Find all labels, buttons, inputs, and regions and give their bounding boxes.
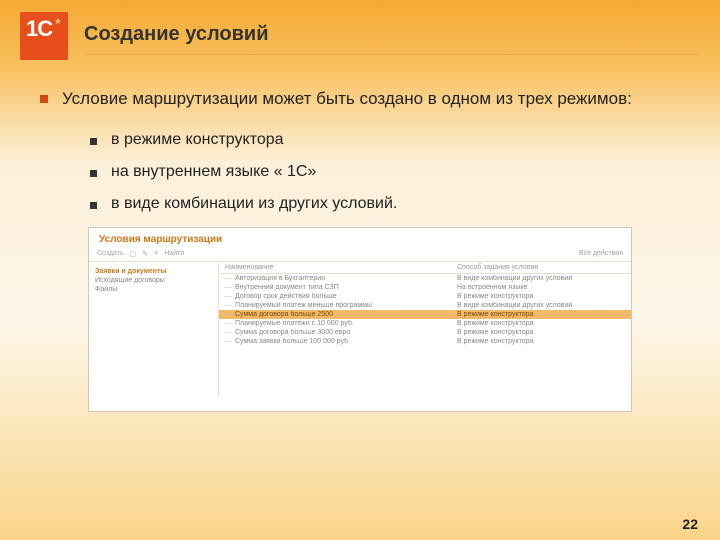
logo: 1C ★: [20, 12, 68, 60]
table-row[interactable]: —Планируемые платежи с 10 000 руб.В режи…: [219, 319, 631, 328]
intro-text: Условие маршрутизации может быть создано…: [62, 88, 632, 111]
toolbar: Создать ▢ ✎ × Найти Все действия: [89, 247, 631, 262]
create-button[interactable]: Создать: [97, 250, 124, 257]
table-row[interactable]: —Внутренний документ типа СЗПНа встроенн…: [219, 283, 631, 292]
table-row[interactable]: —Сумма заявки больше 100 000 рубВ режиме…: [219, 337, 631, 346]
find-button[interactable]: Найти: [164, 250, 184, 257]
list-item: в виде комбинации из других условий.: [90, 195, 680, 213]
list-item: на внутреннем языке « 1С»: [90, 163, 680, 181]
toolbar-icon[interactable]: ×: [154, 250, 158, 257]
page-title: Создание условий: [84, 23, 700, 46]
table-row[interactable]: —Сумма договора больше 2500В режиме конс…: [219, 310, 631, 319]
col-header: Способ задания условия: [457, 264, 625, 271]
bullet-icon: [90, 138, 97, 145]
col-header: Наименование: [225, 264, 457, 271]
toolbar-icon[interactable]: ✎: [142, 250, 148, 258]
category-item[interactable]: Файлы: [95, 286, 212, 293]
category-item[interactable]: Исходящие договоры: [95, 277, 212, 284]
title-bar: Создание условий: [84, 23, 700, 55]
logo-star-icon: ★: [54, 16, 62, 27]
category-item[interactable]: Заявки и документы: [95, 268, 212, 275]
list-item-label: в виде комбинации из других условий.: [111, 195, 397, 213]
list-item-label: на внутреннем языке « 1С»: [111, 163, 316, 181]
list-item-label: в режиме конструктора: [111, 131, 284, 149]
bullet-icon: [90, 170, 97, 177]
table-row[interactable]: —Планируемый платеж меньше программыВ ви…: [219, 301, 631, 310]
sub-list: в режиме конструктора на внутреннем язык…: [90, 131, 680, 213]
all-actions-button[interactable]: Все действия: [579, 250, 623, 257]
bullet-icon: [90, 202, 97, 209]
toolbar-icon[interactable]: ▢: [130, 250, 137, 258]
table-header: Наименование Способ задания условия: [219, 262, 631, 274]
page-number: 22: [682, 516, 698, 532]
table-row[interactable]: —Договор срок действия большеВ режиме ко…: [219, 292, 631, 301]
intro-block: Условие маршрутизации может быть создано…: [40, 88, 680, 111]
left-panel: Заявки и документы Исходящие договоры Фа…: [89, 262, 219, 397]
embedded-screenshot: Условия маршрутизации Создать ▢ ✎ × Найт…: [88, 227, 632, 412]
table-row[interactable]: —Сумма договора больше 3000 евроВ режиме…: [219, 328, 631, 337]
logo-text: 1C: [26, 16, 52, 42]
table-row[interactable]: —Авторизация в БухгалтерииВ виде комбина…: [219, 274, 631, 283]
bullet-icon: [40, 95, 48, 103]
right-panel: Наименование Способ задания условия —Авт…: [219, 262, 631, 397]
panel-title: Условия маршрутизации: [89, 228, 631, 247]
list-item: в режиме конструктора: [90, 131, 680, 149]
